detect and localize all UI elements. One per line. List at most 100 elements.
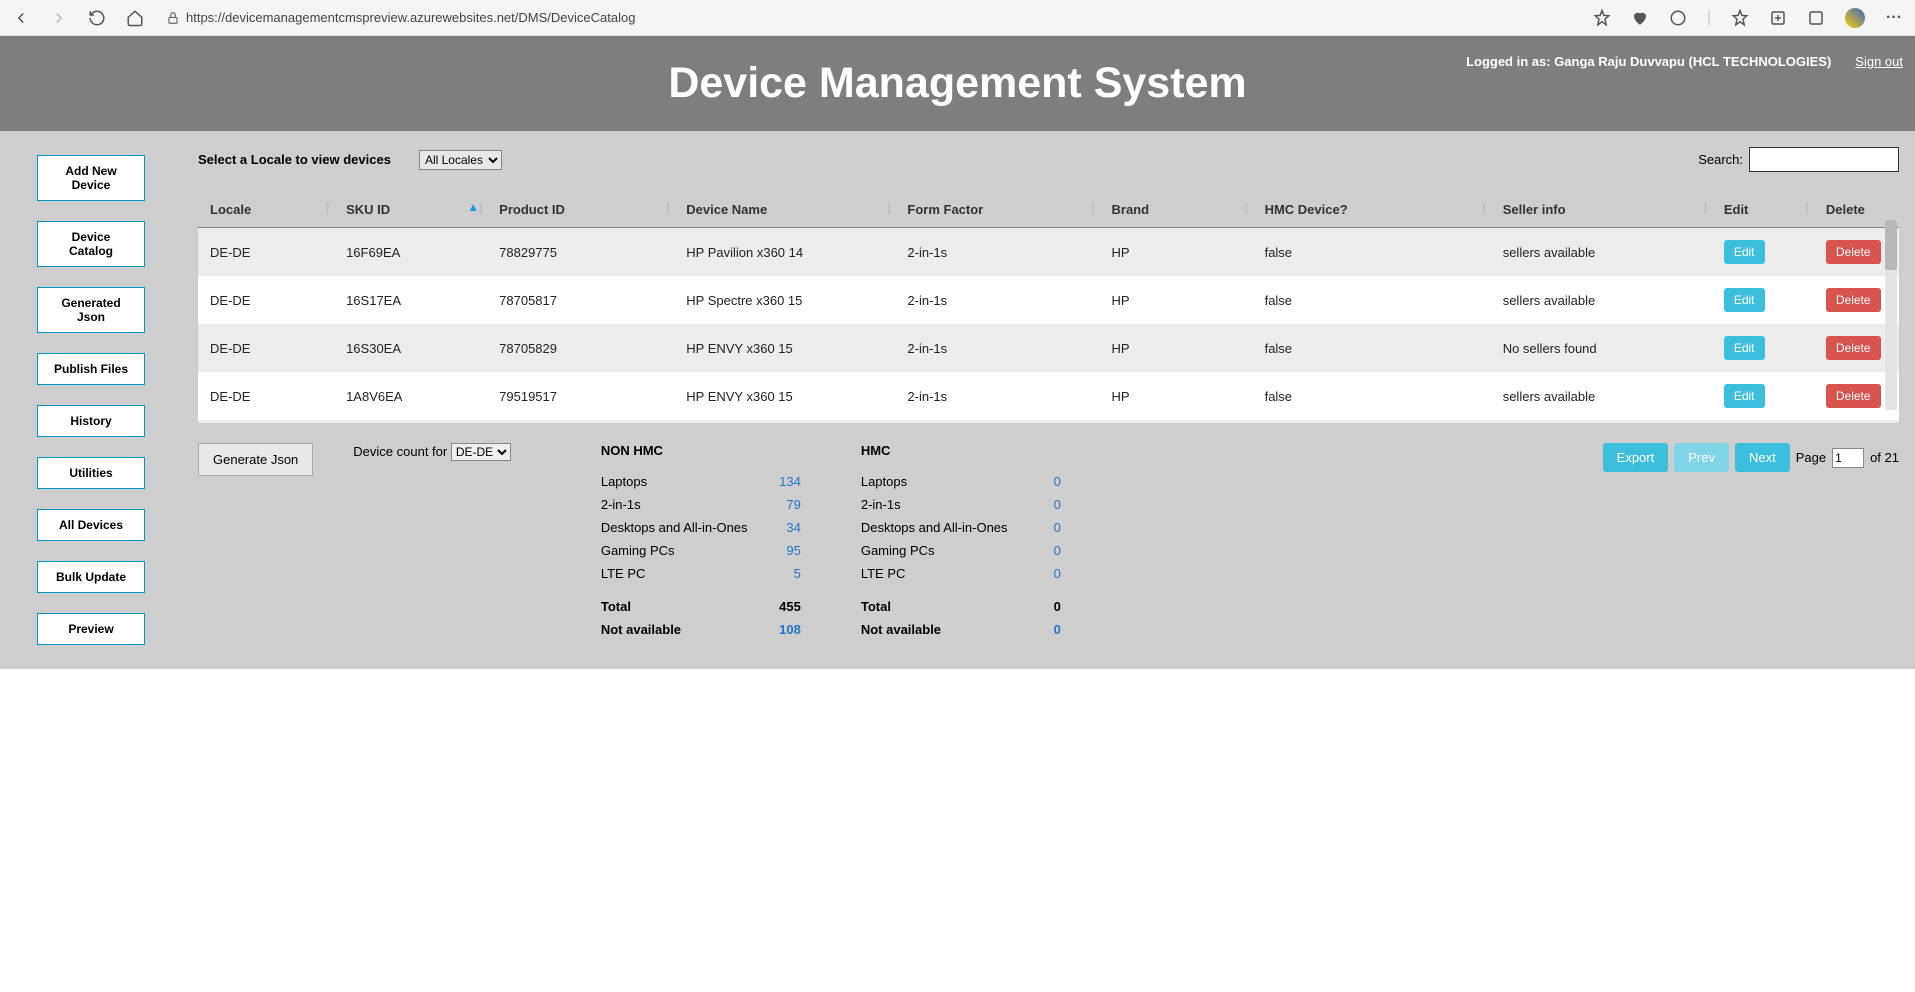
- address-bar[interactable]: https://devicemanagementcmspreview.azure…: [156, 6, 1581, 29]
- cell: HP: [1100, 324, 1253, 372]
- collections-icon[interactable]: [1769, 9, 1787, 27]
- cell: 78829775: [487, 228, 674, 276]
- edit-button[interactable]: Edit: [1724, 240, 1765, 264]
- cell: 2-in-1s: [895, 420, 1099, 423]
- sidebar-item-all-devices[interactable]: All Devices: [37, 509, 145, 541]
- non-hmc-title: NON HMC: [601, 443, 801, 458]
- heart-icon[interactable]: [1631, 9, 1649, 27]
- sort-asc-icon: ▲: [467, 200, 479, 214]
- sidebar-item-generated-json[interactable]: Generated Json: [37, 287, 145, 333]
- device-table: Locale|SKU ID▲|Product ID|Device Name|Fo…: [198, 192, 1899, 423]
- extension-icon[interactable]: [1669, 9, 1687, 27]
- content-area: Select a Locale to view devices All Loca…: [182, 131, 1915, 669]
- locale-select[interactable]: All Locales: [419, 150, 502, 170]
- cell: 1B2B8EA: [334, 420, 487, 423]
- prev-button[interactable]: Prev: [1674, 443, 1729, 472]
- col-device-name[interactable]: |Device Name: [674, 192, 895, 228]
- col-edit[interactable]: |Edit: [1712, 192, 1814, 228]
- device-count-select[interactable]: DE-DE: [451, 443, 511, 461]
- delete-button[interactable]: Delete: [1826, 288, 1881, 312]
- star-add-icon[interactable]: [1593, 9, 1611, 27]
- col-locale[interactable]: Locale: [198, 192, 334, 228]
- cell: HP ENVY x360 15: [674, 324, 895, 372]
- cell: DE-DE: [198, 420, 334, 423]
- page-input[interactable]: [1832, 448, 1864, 468]
- table-scrollbar[interactable]: [1885, 220, 1897, 410]
- cell: 2-in-1s: [895, 324, 1099, 372]
- cell: HP: [1100, 276, 1253, 324]
- next-button[interactable]: Next: [1735, 443, 1790, 472]
- cell: false: [1253, 276, 1491, 324]
- cell: No sellers found: [1491, 324, 1712, 372]
- sidebar-item-publish-files[interactable]: Publish Files: [37, 353, 145, 385]
- locale-select-label: Select a Locale to view devices: [198, 152, 391, 167]
- non-hmc-counts: NON HMC Laptops1342-in-1s79Desktops and …: [601, 443, 801, 641]
- edit-button[interactable]: Edit: [1724, 288, 1765, 312]
- cell: HP Pavilion x360 14: [674, 228, 895, 276]
- col-hmc-device-[interactable]: |HMC Device?: [1253, 192, 1491, 228]
- app-icon[interactable]: [1807, 9, 1825, 27]
- search-input[interactable]: [1749, 147, 1899, 172]
- cell: 78705817: [487, 276, 674, 324]
- sidebar-item-device-catalog[interactable]: Device Catalog: [37, 221, 145, 267]
- cell: HP Spectre x360 15: [674, 276, 895, 324]
- sign-out-link[interactable]: Sign out: [1855, 54, 1903, 69]
- avatar[interactable]: [1845, 8, 1865, 28]
- sidebar: Add New Device Device Catalog Generated Js…: [0, 131, 182, 669]
- count-row: 2-in-1s79: [601, 493, 801, 516]
- home-icon[interactable]: [126, 9, 144, 27]
- table-row: DE-DE1A8V6EA79519517HP ENVY x360 152-in-…: [198, 372, 1899, 420]
- edit-button[interactable]: Edit: [1724, 336, 1765, 360]
- count-row: Desktops and All-in-Ones34: [601, 516, 801, 539]
- app-header: Device Management System Logged in as: G…: [0, 36, 1915, 131]
- cell: HP: [1100, 420, 1253, 423]
- count-row: Gaming PCs95: [601, 539, 801, 562]
- table-row: DE-DE16F69EA78829775HP Pavilion x360 142…: [198, 228, 1899, 276]
- search-label: Search:: [1698, 152, 1743, 167]
- cell: HP: [1100, 372, 1253, 420]
- count-row: Desktops and All-in-Ones0: [861, 516, 1061, 539]
- table-row: DE-DE16S30EA78705829HP ENVY x360 152-in-…: [198, 324, 1899, 372]
- col-seller-info[interactable]: |Seller info: [1491, 192, 1712, 228]
- back-icon[interactable]: [12, 9, 30, 27]
- page-of-label: of 21: [1870, 450, 1899, 465]
- cell: false: [1253, 228, 1491, 276]
- cell: DE-DE: [198, 372, 334, 420]
- delete-button[interactable]: Delete: [1826, 336, 1881, 360]
- col-product-id[interactable]: |Product ID: [487, 192, 674, 228]
- edit-button[interactable]: Edit: [1724, 384, 1765, 408]
- sidebar-item-history[interactable]: History: [37, 405, 145, 437]
- cell: sellers available: [1491, 372, 1712, 420]
- cell: HP ENVY x360 15: [674, 372, 895, 420]
- sidebar-item-utilities[interactable]: Utilities: [37, 457, 145, 489]
- col-brand[interactable]: |Brand: [1100, 192, 1253, 228]
- cell: sellers available: [1491, 228, 1712, 276]
- cell: 16S30EA: [334, 324, 487, 372]
- table-row: DE-DE1B2B8EA79519489HP Pavilion x360 142…: [198, 420, 1899, 423]
- device-count-label: Device count for: [353, 444, 447, 459]
- cell: 78705829: [487, 324, 674, 372]
- browser-toolbar: https://devicemanagementcmspreview.azure…: [0, 0, 1915, 36]
- cell: HP: [1100, 228, 1253, 276]
- col-form-factor[interactable]: |Form Factor: [895, 192, 1099, 228]
- delete-button[interactable]: Delete: [1826, 240, 1881, 264]
- pagination: Export Prev Next Page of 21: [1603, 443, 1899, 472]
- forward-icon: [50, 9, 68, 27]
- refresh-icon[interactable]: [88, 9, 106, 27]
- sidebar-item-add-new-device[interactable]: Add New Device: [37, 155, 145, 201]
- cell: HP Pavilion x360 14: [674, 420, 895, 423]
- more-icon[interactable]: ···: [1885, 9, 1903, 27]
- cell: 2-in-1s: [895, 228, 1099, 276]
- count-row: Laptops0: [861, 470, 1061, 493]
- cell: 1A8V6EA: [334, 372, 487, 420]
- sidebar-item-bulk-update[interactable]: Bulk Update: [37, 561, 145, 593]
- cell: 79519489: [487, 420, 674, 423]
- generate-json-button[interactable]: Generate Json: [198, 443, 313, 476]
- delete-button[interactable]: Delete: [1826, 384, 1881, 408]
- favorites-icon[interactable]: [1731, 9, 1749, 27]
- sidebar-item-preview[interactable]: Preview: [37, 613, 145, 645]
- col-sku-id[interactable]: |SKU ID▲: [334, 192, 487, 228]
- export-button[interactable]: Export: [1603, 443, 1669, 472]
- cell: false: [1253, 372, 1491, 420]
- page-label: Page: [1796, 450, 1826, 465]
